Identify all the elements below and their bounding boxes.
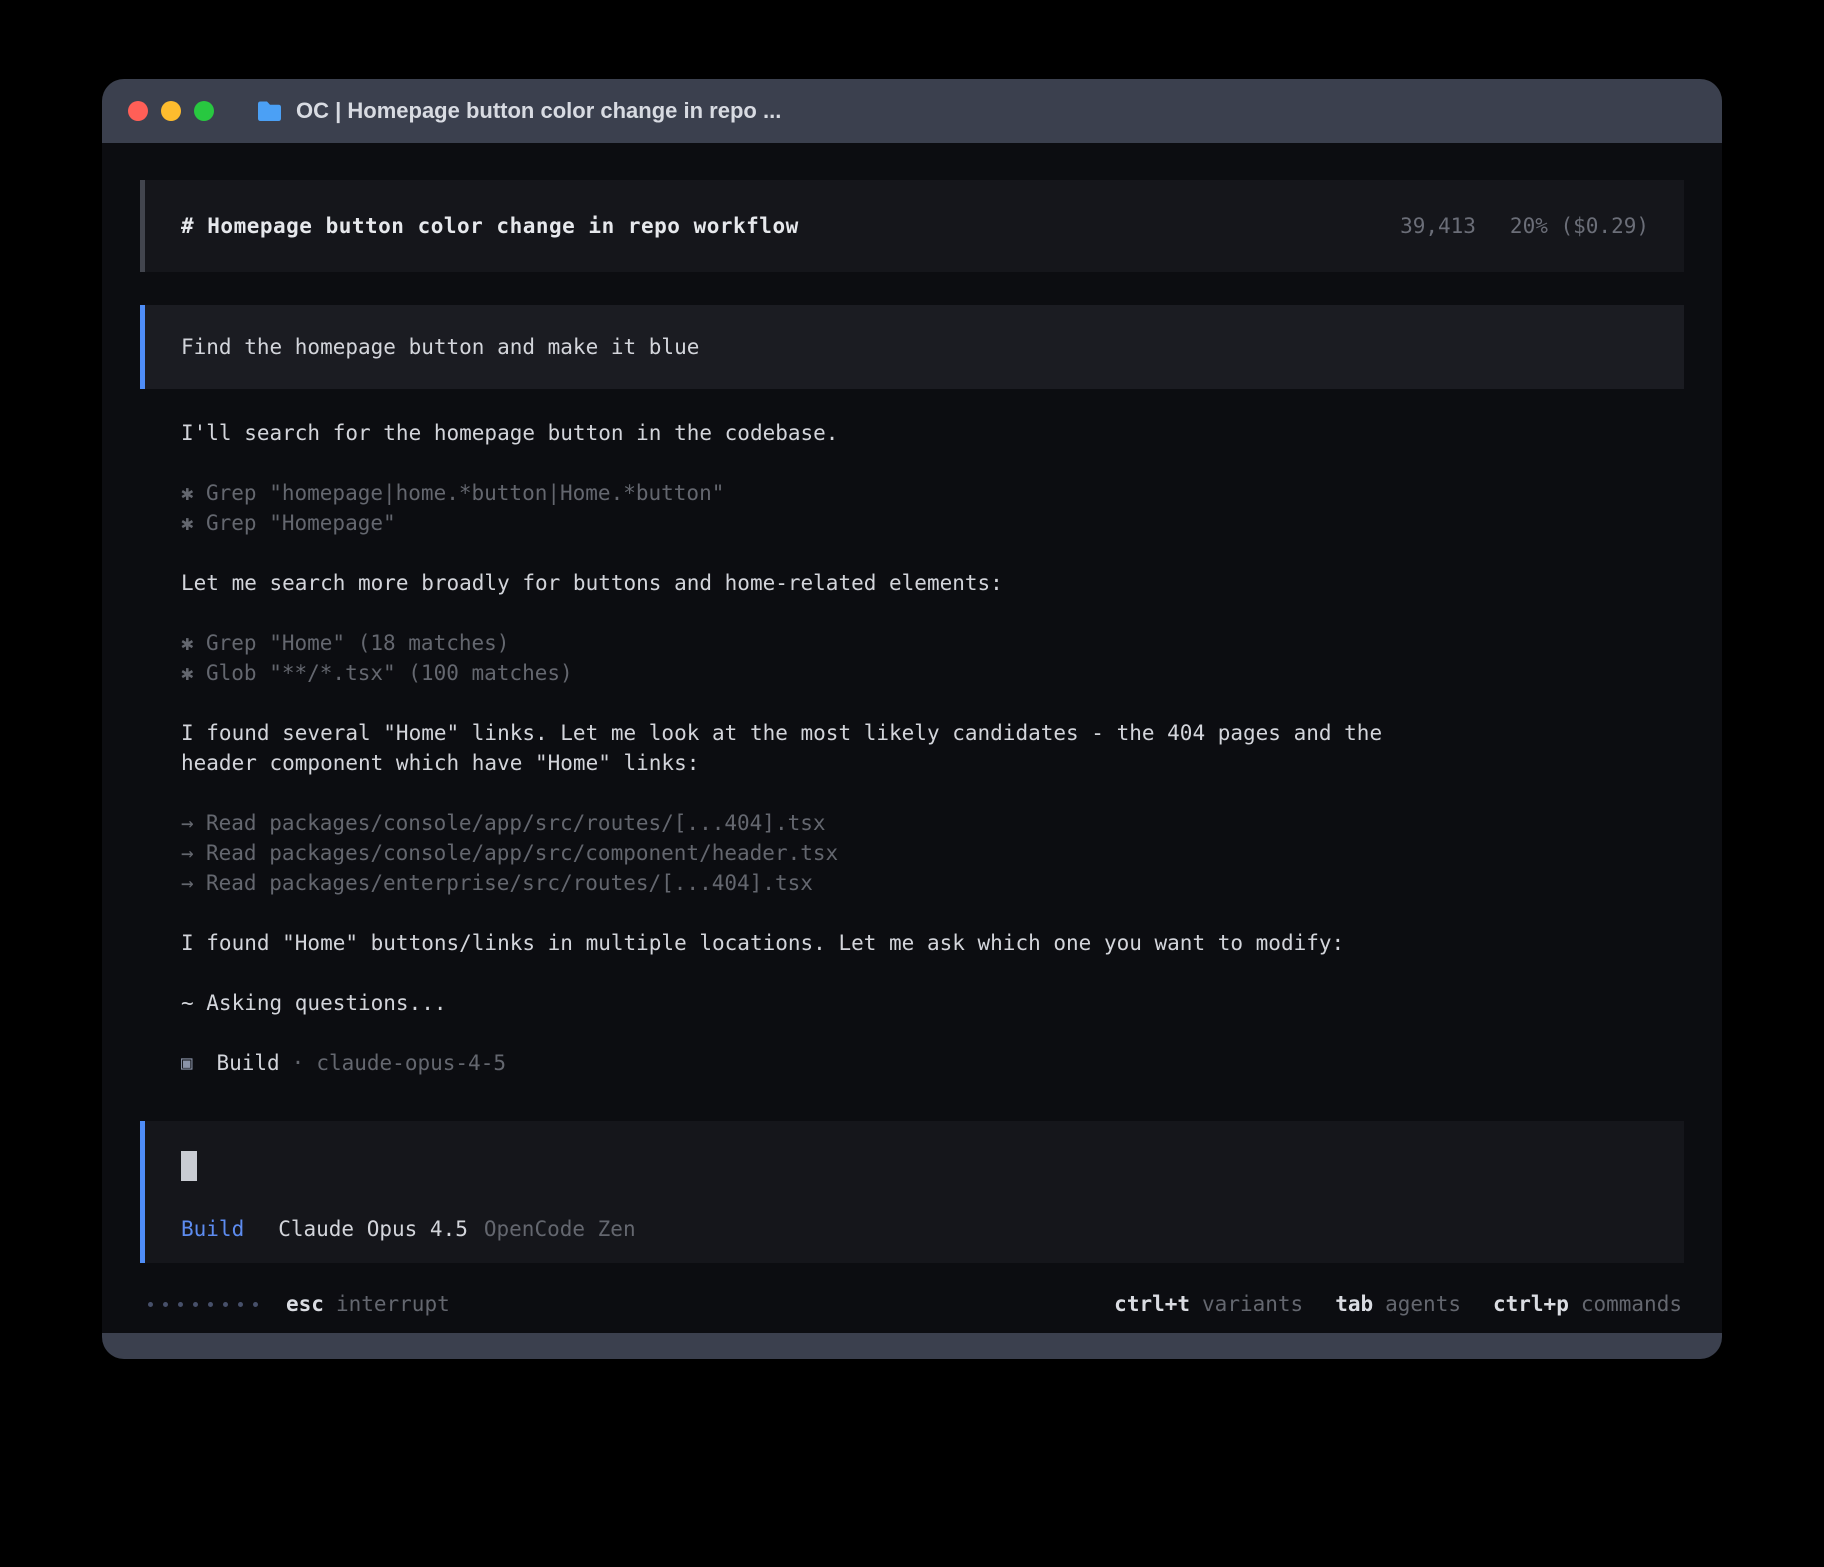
spinner-dot xyxy=(223,1302,228,1307)
hint-agents: tab agents xyxy=(1335,1289,1461,1319)
tool-asterisk-icon: ✱ xyxy=(181,628,194,658)
user-message: Find the homepage button and make it blu… xyxy=(140,305,1684,389)
terminal-window: OC | Homepage button color change in rep… xyxy=(102,79,1722,1359)
tool-call-grep: ✱Grep "Homepage" xyxy=(181,508,1684,538)
working-status: ~ Asking questions... xyxy=(181,988,1431,1018)
assistant-text: Let me search more broadly for buttons a… xyxy=(181,568,1431,598)
tool-call-grep: ✱Grep "Home" (18 matches) xyxy=(181,628,1684,658)
terminal-content: # Homepage button color change in repo w… xyxy=(102,143,1722,1333)
agent-square-icon: ▣ xyxy=(181,1048,192,1078)
tool-asterisk-icon: ✱ xyxy=(181,508,194,538)
window-title: OC | Homepage button color change in rep… xyxy=(296,98,781,124)
tool-call-read: →Read packages/console/app/src/routes/[.… xyxy=(181,808,1684,838)
status-bar: esc interrupt ctrl+t variants tab agents… xyxy=(140,1289,1684,1319)
spinner-dot xyxy=(238,1302,243,1307)
assistant-text: I'll search for the homepage button in t… xyxy=(181,418,1431,448)
hint-esc-interrupt: esc interrupt xyxy=(286,1289,450,1319)
spinner-dot xyxy=(208,1302,213,1307)
tool-call-group: ✱Grep "homepage|home.*button|Home.*butto… xyxy=(181,478,1684,538)
arrow-right-icon: → xyxy=(181,838,194,868)
hint-shortcuts: ctrl+t variants tab agents ctrl+p comman… xyxy=(1114,1289,1682,1319)
tool-call-group: →Read packages/console/app/src/routes/[.… xyxy=(181,808,1684,898)
tool-call-read: →Read packages/console/app/src/component… xyxy=(181,838,1684,868)
tool-asterisk-icon: ✱ xyxy=(181,478,194,508)
input-meta: Build Claude Opus 4.5 OpenCode Zen xyxy=(181,1217,1684,1241)
tool-call-group: ✱Grep "Home" (18 matches) ✱Glob "**/*.ts… xyxy=(181,628,1684,688)
spinner-dot xyxy=(163,1302,168,1307)
input-provider-label: OpenCode Zen xyxy=(484,1217,636,1241)
minimize-button[interactable] xyxy=(161,101,181,121)
input-agent-label: Build xyxy=(181,1217,244,1241)
tool-call-grep: ✱Grep "homepage|home.*button|Home.*butto… xyxy=(181,478,1684,508)
tool-asterisk-icon: ✱ xyxy=(181,658,194,688)
prompt-input[interactable]: Build Claude Opus 4.5 OpenCode Zen xyxy=(140,1121,1684,1263)
hint-variants: ctrl+t variants xyxy=(1114,1289,1303,1319)
user-message-text: Find the homepage button and make it blu… xyxy=(181,335,699,359)
tool-call-glob: ✱Glob "**/*.tsx" (100 matches) xyxy=(181,658,1684,688)
context-usage: 20% ($0.29) xyxy=(1510,214,1649,238)
spinner-dot xyxy=(193,1302,198,1307)
arrow-right-icon: → xyxy=(181,868,194,898)
folder-icon xyxy=(256,100,283,123)
agent-indicator: ▣ Build · claude-opus-4-5 xyxy=(181,1048,1684,1078)
separator-dot: · xyxy=(292,1048,305,1078)
token-count: 39,413 xyxy=(1400,214,1476,238)
window-titlebar[interactable]: OC | Homepage button color change in rep… xyxy=(102,79,1722,143)
spinner-dot xyxy=(253,1302,258,1307)
hint-commands: ctrl+p commands xyxy=(1493,1289,1682,1319)
close-button[interactable] xyxy=(128,101,148,121)
text-cursor xyxy=(181,1151,197,1181)
esc-label: interrupt xyxy=(336,1289,450,1319)
arrow-right-icon: → xyxy=(181,808,194,838)
tool-call-read: →Read packages/enterprise/src/routes/[..… xyxy=(181,868,1684,898)
spinner-dots xyxy=(148,1302,258,1307)
agent-model: claude-opus-4-5 xyxy=(316,1048,506,1078)
traffic-lights xyxy=(128,101,214,121)
agent-name: Build xyxy=(216,1048,279,1078)
conversation: I'll search for the homepage button in t… xyxy=(140,389,1684,1078)
assistant-text: I found several "Home" links. Let me loo… xyxy=(181,718,1431,778)
zoom-button[interactable] xyxy=(194,101,214,121)
spinner-dot xyxy=(178,1302,183,1307)
spinner-dot xyxy=(148,1302,153,1307)
input-model-label: Claude Opus 4.5 xyxy=(278,1217,468,1241)
esc-key: esc xyxy=(286,1289,324,1319)
session-stats: 39,413 20% ($0.29) xyxy=(1400,214,1649,238)
assistant-text: I found "Home" buttons/links in multiple… xyxy=(181,928,1431,958)
session-header: # Homepage button color change in repo w… xyxy=(140,180,1684,272)
session-title: # Homepage button color change in repo w… xyxy=(181,214,799,238)
